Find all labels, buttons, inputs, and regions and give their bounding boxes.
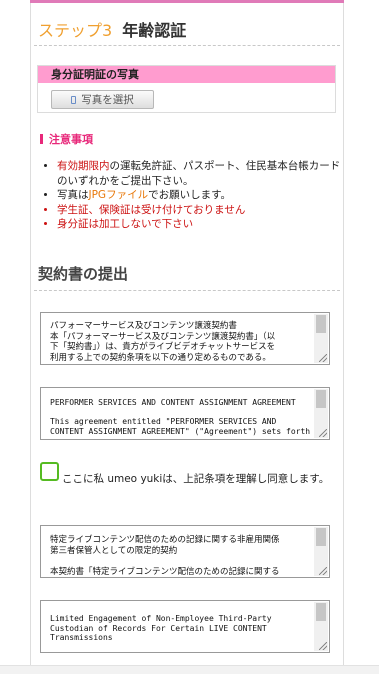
contract-heading: 契約書の提出 [38, 265, 129, 283]
agree-text: ここに私 umeo yukiは、上記条項を理解し同意します。 [62, 473, 330, 485]
list-item: 学生証、保険証は受け付けておりません [57, 203, 347, 218]
id-photo-header: 身分証明証の写真 [38, 66, 335, 83]
item-text: 写真は [57, 189, 89, 201]
resize-handle[interactable] [319, 642, 327, 650]
list-item: 身分証は加工しないで下さい [57, 217, 347, 232]
notice-list: 有効期限内の運転免許証、パスポート、住民基本台帳カードのいずれかをご提出下さい。… [44, 159, 347, 232]
scroll-thumb[interactable] [316, 603, 326, 621]
scroll-thumb[interactable] [316, 315, 326, 333]
notice-title: 注意事項 [49, 133, 93, 146]
step-number: ステップ3 [38, 21, 113, 40]
divider [34, 290, 340, 291]
agree-label: ここに私 umeo yukiは、上記条項を理解し同意します。 [62, 472, 334, 487]
agree-checkbox[interactable] [40, 462, 59, 481]
resize-handle[interactable] [319, 429, 327, 437]
emphasis-text: 有効期限内 [57, 160, 110, 172]
scroll-thumb[interactable] [316, 528, 326, 546]
agreement-text: パフォーマーサービス及びコンテンツ譲渡契約書 本「パフォーマーサービス及びコンテ… [50, 321, 276, 363]
item-text: 身分証は加工しないで下さい [57, 218, 194, 230]
id-photo-section: 身分証明証の写真 写真を選択 [37, 65, 336, 113]
emphasis-text: JPGファイル [88, 189, 149, 201]
step-title: 年齢認証 [122, 21, 187, 40]
step-heading: ステップ3 年齢認証 [38, 17, 186, 41]
agreement-text: PERFORMER SERVICES AND CONTENT ASSIGNMEN… [50, 398, 311, 436]
agreement-textarea-en[interactable]: PERFORMER SERVICES AND CONTENT ASSIGNMEN… [40, 387, 330, 440]
heading-marker [40, 134, 43, 144]
file-icon [71, 95, 77, 104]
custodian-text: Limited Engagement of Non-Employee Third… [50, 614, 272, 642]
resize-handle[interactable] [319, 354, 327, 362]
divider [34, 45, 340, 46]
select-photo-label: 写真を選択 [81, 94, 134, 106]
custodian-textarea-en[interactable]: Limited Engagement of Non-Employee Third… [40, 600, 330, 653]
custodian-textarea-jp[interactable]: 特定ライブコンテンツ配信のための記録に関する非雇用関係 第三者保管人としての限定… [40, 525, 330, 578]
resize-handle[interactable] [319, 567, 327, 575]
notice-heading: 注意事項 [40, 131, 93, 147]
item-text: でお願いします。 [148, 189, 232, 201]
top-accent-bar [30, 0, 344, 3]
item-text: 学生証、保険証は受け付けておりません [57, 203, 246, 216]
agreement-textarea-jp[interactable]: パフォーマーサービス及びコンテンツ譲渡契約書 本「パフォーマーサービス及びコンテ… [40, 312, 330, 365]
scroll-thumb[interactable] [316, 390, 326, 408]
select-photo-button[interactable]: 写真を選択 [51, 90, 154, 109]
list-item: 写真はJPGファイルでお願いします。 [57, 188, 347, 203]
custodian-text: 特定ライブコンテンツ配信のための記録に関する非雇用関係 第三者保管人としての限定… [50, 535, 280, 577]
list-item: 有効期限内の運転免許証、パスポート、住民基本台帳カードのいずれかをご提出下さい。 [57, 159, 347, 188]
